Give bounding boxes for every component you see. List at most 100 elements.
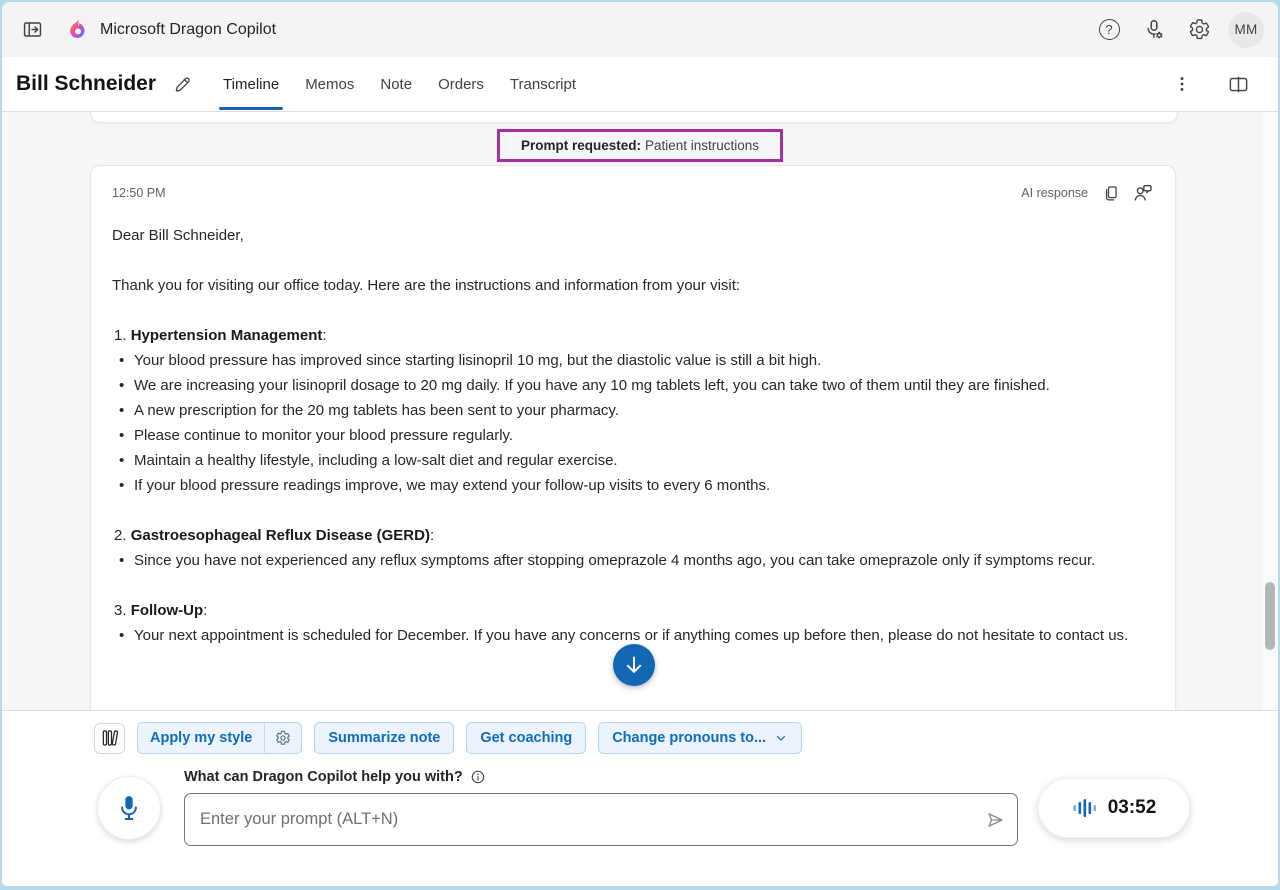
- section-bullets: Since you have not experienced any reflu…: [112, 548, 1154, 573]
- scroll-to-bottom-button[interactable]: [613, 644, 655, 686]
- split-view-button[interactable]: [1222, 68, 1254, 100]
- expand-panel-icon: [21, 18, 44, 41]
- app-title: Microsoft Dragon Copilot: [100, 21, 276, 39]
- prompt-divider-row: Prompt requested: Patient instructions: [2, 129, 1278, 162]
- microphone-icon: [114, 793, 144, 823]
- split-panel-icon: [1226, 72, 1251, 97]
- ai-response-header: 12:50 PM AI response: [112, 182, 1154, 204]
- change-pronouns-button[interactable]: Change pronouns to...: [598, 722, 802, 754]
- prompt-column: What can Dragon Copilot help you with?: [184, 769, 1018, 846]
- apply-style-settings-button[interactable]: [265, 723, 301, 753]
- microphone-settings-button[interactable]: [1138, 14, 1170, 46]
- window-frame: Microsoft Dragon Copilot ?: [0, 0, 1280, 890]
- prompt-heading: What can Dragon Copilot help you with?: [184, 769, 463, 785]
- get-coaching-label: Get coaching: [480, 730, 572, 746]
- get-coaching-button[interactable]: Get coaching: [466, 722, 586, 754]
- tab-label: Orders: [438, 76, 484, 93]
- settings-button[interactable]: [1183, 14, 1215, 46]
- chevron-down-icon: [774, 731, 788, 745]
- tab-memos[interactable]: Memos: [292, 57, 367, 111]
- prompt-input-wrap: [184, 793, 1018, 846]
- section-suffix: :: [203, 602, 207, 619]
- user-avatar[interactable]: MM: [1228, 12, 1264, 48]
- edit-patient-name-button[interactable]: [166, 68, 198, 100]
- tabbar-actions: [1166, 68, 1264, 100]
- section-bullet: Maintain a healthy lifestyle, including …: [112, 448, 1154, 473]
- recording-timer-pill[interactable]: 03:52: [1038, 778, 1190, 838]
- microphone-settings-icon: [1142, 18, 1166, 42]
- patient-instructions-letter: Dear Bill Schneider, Thank you for visit…: [112, 223, 1154, 648]
- letter-section: 3. Follow-Up: Your next appointment is s…: [112, 598, 1154, 648]
- previous-card-edge: [90, 112, 1178, 123]
- section-bullet: If your blood pressure readings improve,…: [112, 473, 1154, 498]
- apply-my-style-button[interactable]: Apply my style: [137, 722, 302, 754]
- section-bullet: Please continue to monitor your blood pr…: [112, 423, 1154, 448]
- apply-my-style-label[interactable]: Apply my style: [138, 723, 264, 753]
- letter-sections: 1. Hypertension Management: Your blood p…: [112, 323, 1154, 648]
- waveform-icon: [1072, 795, 1098, 821]
- prompt-requested-label: Prompt requested:: [521, 138, 641, 153]
- pencil-icon: [172, 74, 193, 95]
- patient-tab-bar: Bill Schneider Timeline Memos Note Order…: [2, 57, 1278, 112]
- letter-section: 1. Hypertension Management: Your blood p…: [112, 323, 1154, 498]
- section-number: 2.: [114, 527, 131, 544]
- gear-icon: [1188, 18, 1211, 41]
- section-number: 3.: [114, 602, 131, 619]
- section-suffix: :: [430, 527, 434, 544]
- template-library-button[interactable]: [94, 723, 125, 754]
- scrollbar-thumb[interactable]: [1265, 582, 1275, 650]
- kebab-menu-icon: [1172, 74, 1192, 94]
- quick-actions-row: Apply my style Summarize note Get coachi…: [2, 722, 1278, 754]
- summarize-note-button[interactable]: Summarize note: [314, 722, 454, 754]
- dragon-copilot-logo: [66, 18, 90, 42]
- section-heading: 3. Follow-Up:: [114, 598, 1154, 623]
- more-options-button[interactable]: [1166, 68, 1198, 100]
- section-bullets: Your blood pressure has improved since s…: [112, 348, 1154, 498]
- tab-label: Timeline: [223, 76, 279, 93]
- letter-intro: Thank you for visiting our office today.…: [112, 273, 1154, 298]
- section-bullet: We are increasing your lisinopril dosage…: [112, 373, 1154, 398]
- section-title: Gastroesophageal Reflux Disease (GERD): [131, 527, 430, 544]
- arrow-down-icon: [622, 653, 646, 677]
- letter-section: 2. Gastroesophageal Reflux Disease (GERD…: [112, 523, 1154, 573]
- feedback-button[interactable]: [1132, 182, 1154, 204]
- prompt-input-row: What can Dragon Copilot help you with?: [2, 769, 1278, 846]
- ai-response-badge: AI response: [1021, 186, 1088, 200]
- tab-label: Note: [380, 76, 412, 93]
- section-heading: 1. Hypertension Management:: [114, 323, 1154, 348]
- scrollbar-track[interactable]: [1262, 112, 1278, 710]
- summarize-note-label: Summarize note: [328, 730, 440, 746]
- tab-orders[interactable]: Orders: [425, 57, 497, 111]
- library-icon: [100, 728, 120, 748]
- tab-transcript[interactable]: Transcript: [497, 57, 589, 111]
- section-bullet: Your blood pressure has improved since s…: [112, 348, 1154, 373]
- ai-response-card: 12:50 PM AI response: [90, 165, 1176, 710]
- section-suffix: :: [322, 327, 326, 344]
- prompt-footer: Apply my style Summarize note Get coachi…: [2, 710, 1278, 886]
- send-prompt-button[interactable]: [984, 808, 1007, 831]
- topbar-actions: ?: [1093, 12, 1264, 48]
- change-pronouns-label: Change pronouns to...: [612, 730, 766, 746]
- patient-name: Bill Schneider: [16, 72, 156, 96]
- timeline-content[interactable]: Prompt requested: Patient instructions 1…: [2, 112, 1278, 710]
- top-app-bar: Microsoft Dragon Copilot ?: [2, 2, 1278, 57]
- section-bullet: A new prescription for the 20 mg tablets…: [112, 398, 1154, 423]
- letter-greeting: Dear Bill Schneider,: [112, 223, 1154, 248]
- section-number: 1.: [114, 327, 131, 344]
- tab-list: Timeline Memos Note Orders Transcript: [210, 57, 589, 111]
- tab-label: Transcript: [510, 76, 576, 93]
- tab-timeline[interactable]: Timeline: [210, 57, 292, 111]
- copy-button[interactable]: [1102, 184, 1121, 203]
- info-icon: [470, 769, 486, 785]
- expand-panel-button[interactable]: [16, 14, 48, 46]
- prompt-input[interactable]: [184, 793, 1018, 846]
- tab-label: Memos: [305, 76, 354, 93]
- section-heading: 2. Gastroesophageal Reflux Disease (GERD…: [114, 523, 1154, 548]
- section-title: Follow-Up: [131, 602, 203, 619]
- help-button[interactable]: ?: [1093, 14, 1125, 46]
- tab-note[interactable]: Note: [367, 57, 425, 111]
- section-title: Hypertension Management: [131, 327, 323, 344]
- message-actions: [1102, 182, 1154, 204]
- prompt-requested-value: Patient instructions: [645, 138, 759, 153]
- dictation-mic-button[interactable]: [97, 776, 161, 840]
